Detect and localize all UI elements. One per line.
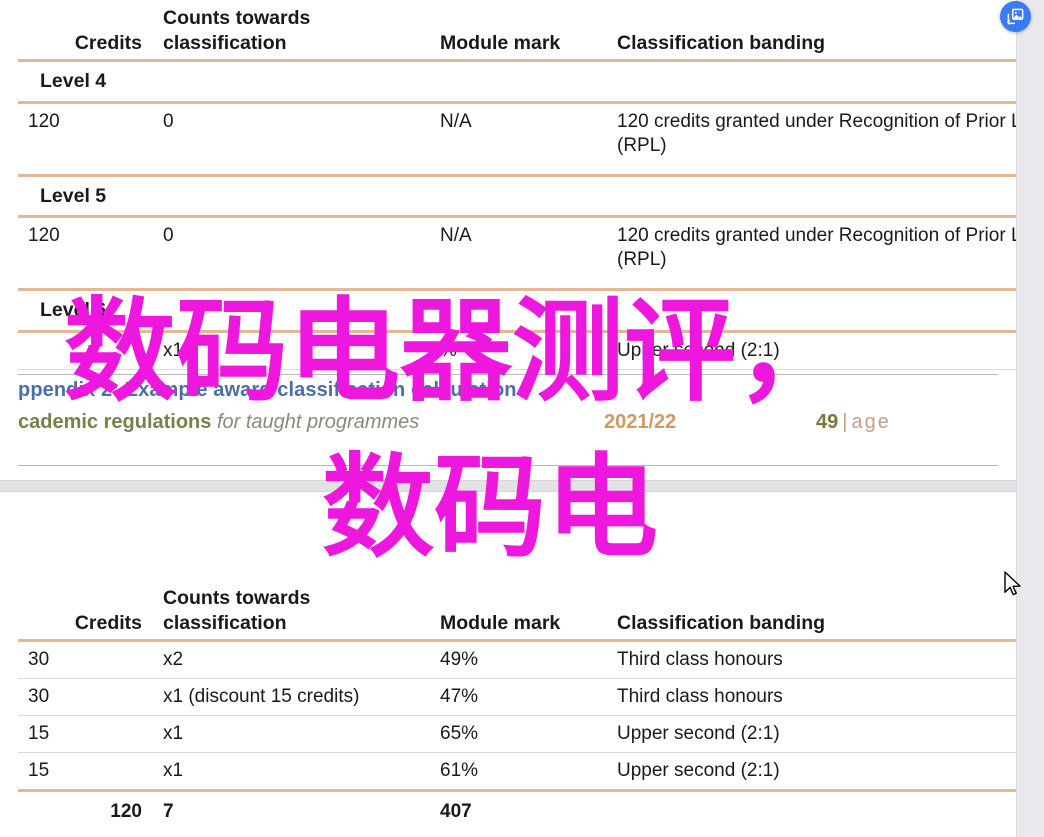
table-top-header: Credits Counts towards classification Mo… xyxy=(18,0,1016,63)
translate-image-icon xyxy=(1007,8,1024,25)
document-page-bottom: Credits Counts towards classification Mo… xyxy=(0,492,1016,837)
footer-academic-year: 2021/22 xyxy=(604,411,677,433)
footer-page-separator: | xyxy=(842,411,848,433)
footer-appendix-line: ppendix 2: Example award classification … xyxy=(18,379,517,401)
level-spacer-band xyxy=(607,289,1016,333)
cell-total-module-mark: 407 xyxy=(440,800,472,822)
translate-image-badge[interactable] xyxy=(1000,1,1031,32)
cell-banding: Upper second (2:1) xyxy=(607,331,1016,370)
cell-module-mark: 49% xyxy=(430,640,607,680)
level-label: Level 6 xyxy=(18,289,153,333)
cell-module-mark: % xyxy=(430,331,607,370)
table-header-row: Credits Counts towards classification Mo… xyxy=(18,580,1016,643)
cell-credits: 15 xyxy=(18,752,153,792)
table-row: 120 0 N/A 120 credits granted under Reco… xyxy=(18,102,1016,177)
cell-credits xyxy=(18,331,153,370)
level-section-row: Level 4 xyxy=(18,60,1016,104)
document-viewer[interactable]: Credits Counts towards classification Mo… xyxy=(0,0,1044,837)
level-section-row: Level 5 xyxy=(18,175,1016,219)
cell-counts: 0 xyxy=(153,216,430,292)
header-credits: Credits xyxy=(18,580,153,643)
cell-banding: Third class honours xyxy=(607,640,1016,680)
footer-bottom-rule xyxy=(18,465,998,466)
cell-counts: x1 xyxy=(153,331,430,370)
footer-regulations-line: cademic regulations for taught programme… xyxy=(18,411,998,434)
footer-regs-bold: cademic regulations xyxy=(18,411,212,433)
level-label: Level 4 xyxy=(18,60,153,104)
table-row: x1 % Upper second (2:1) xyxy=(18,331,1016,370)
table-total-row: 120 7 407 xyxy=(18,790,1016,829)
level-section-row: Level 6 xyxy=(18,289,1016,333)
cell-banding: 120 credits granted under Recognition of… xyxy=(607,216,1016,292)
level-spacer-counts xyxy=(153,175,430,219)
cell-banding: 120 credits granted under Recognition of… xyxy=(607,102,1016,177)
header-counts-towards-classification: Counts towards classification xyxy=(153,0,430,63)
table-row: 30 x1 (discount 15 credits) 47% Third cl… xyxy=(18,678,1016,716)
cell-counts: x1 xyxy=(153,715,430,753)
level-spacer-mark xyxy=(430,175,607,219)
cell-credits: 30 xyxy=(18,640,153,680)
cell-counts: x2 xyxy=(153,640,430,680)
cell-credits: 15 xyxy=(18,715,153,753)
cell-counts: x1 (discount 15 credits) xyxy=(153,678,430,716)
header-classification-banding: Classification banding xyxy=(607,580,1016,643)
cell-total-counts: 7 xyxy=(163,800,174,822)
level-spacer-mark xyxy=(430,60,607,104)
cell-banding: Third class honours xyxy=(607,678,1016,716)
header-classification-banding: Classification banding xyxy=(607,0,1016,63)
footer-regs-italic: for taught programmes xyxy=(211,411,420,433)
cell-module-mark: 47% xyxy=(430,678,607,716)
cell-credits: 120 xyxy=(18,216,153,292)
footer-page-number: 49 xyxy=(816,411,839,433)
viewer-right-rail[interactable] xyxy=(1016,0,1044,837)
document-page-top: Credits Counts towards classification Mo… xyxy=(0,0,1016,480)
document-footer: ppendix 2: Example award classification … xyxy=(18,379,998,434)
cell-total-credits: 120 xyxy=(110,800,142,822)
page-break-gap xyxy=(0,480,1044,492)
cell-module-mark: 65% xyxy=(430,715,607,753)
cell-counts: x1 xyxy=(153,752,430,792)
table-row: 15 x1 65% Upper second (2:1) xyxy=(18,715,1016,753)
table-header-row: Credits Counts towards classification Mo… xyxy=(18,0,1016,63)
table-bottom-body: 30 x2 49% Third class honours 30 x1 (dis… xyxy=(18,640,1016,830)
cell-counts: 0 xyxy=(153,102,430,177)
table-row: 15 x1 61% Upper second (2:1) xyxy=(18,752,1016,792)
table-top-body: Level 4 120 0 N/A 120 credits granted un… xyxy=(18,60,1016,370)
cell-module-mark: 61% xyxy=(430,752,607,792)
level-spacer-counts xyxy=(153,289,430,333)
header-counts-towards-classification: Counts towards classification xyxy=(153,580,430,643)
header-module-mark: Module mark xyxy=(430,580,607,643)
footer-divider-rule xyxy=(18,374,998,375)
cell-credits: 30 xyxy=(18,678,153,716)
classification-table-bottom: Credits Counts towards classification Mo… xyxy=(18,580,1016,830)
header-credits: Credits xyxy=(18,0,153,63)
footer-page-indicator: 49 | age xyxy=(816,411,891,434)
cell-total-banding xyxy=(607,790,1016,829)
level-spacer-band xyxy=(607,60,1016,104)
cell-module-mark: N/A xyxy=(430,216,607,292)
footer-page-word: age xyxy=(851,411,891,433)
level-spacer-counts xyxy=(153,60,430,104)
level-label: Level 5 xyxy=(18,175,153,219)
table-row: 120 0 N/A 120 credits granted under Reco… xyxy=(18,216,1016,292)
cell-banding: Upper second (2:1) xyxy=(607,752,1016,792)
table-row: 30 x2 49% Third class honours xyxy=(18,640,1016,680)
header-module-mark: Module mark xyxy=(430,0,607,63)
level-spacer-mark xyxy=(430,289,607,333)
classification-table-top: Credits Counts towards classification Mo… xyxy=(18,0,1016,370)
level-spacer-band xyxy=(607,175,1016,219)
cell-banding: Upper second (2:1) xyxy=(607,715,1016,753)
cell-credits: 120 xyxy=(18,102,153,177)
cell-module-mark: N/A xyxy=(430,102,607,177)
table-bottom-header: Credits Counts towards classification Mo… xyxy=(18,580,1016,643)
